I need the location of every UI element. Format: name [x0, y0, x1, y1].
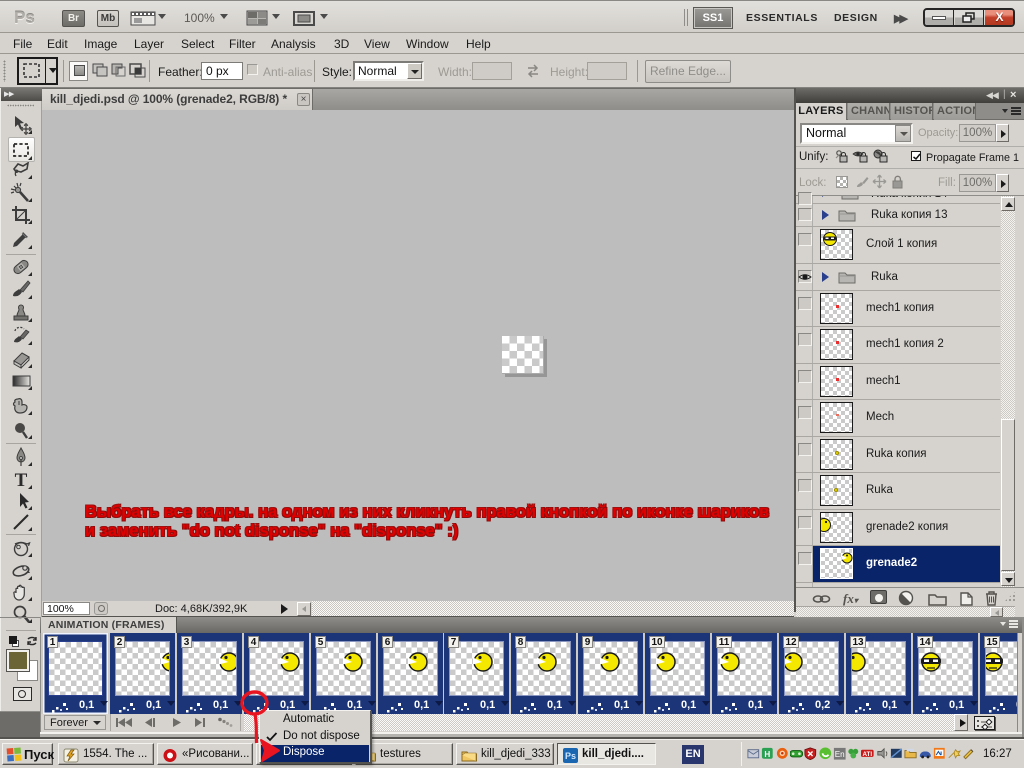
svg-text:H: H — [765, 750, 771, 759]
svg-text:ATI: ATI — [863, 751, 873, 758]
svg-text:Ps: Ps — [565, 751, 576, 761]
svg-text:T: T — [15, 470, 28, 491]
svg-text:En: En — [835, 750, 845, 759]
